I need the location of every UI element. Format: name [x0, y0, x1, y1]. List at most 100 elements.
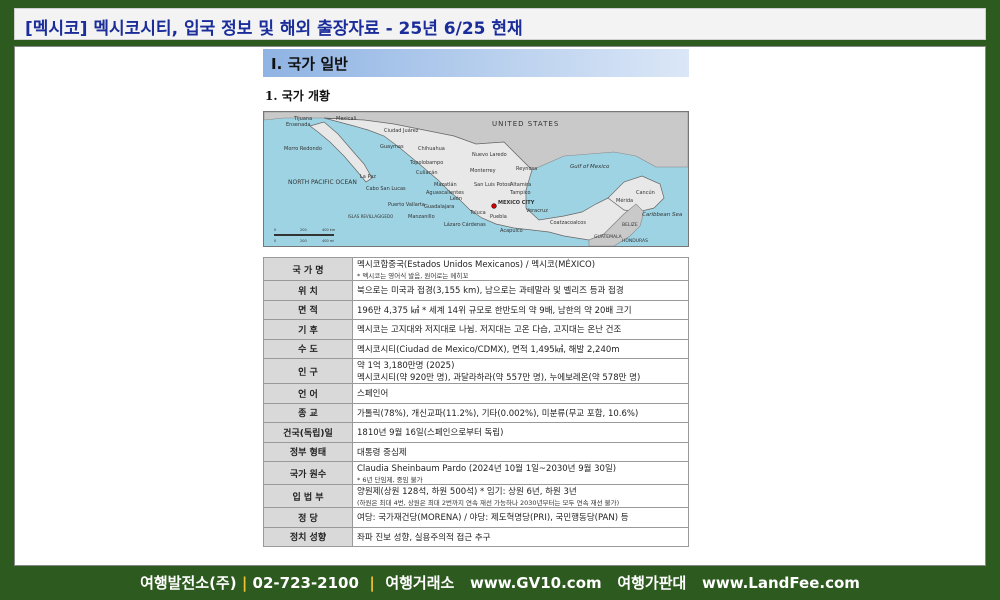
table-row: 언 어 스페인어 — [263, 383, 689, 404]
row-key: 언 어 — [263, 383, 353, 404]
map-label-puerto-vallarta: Puerto Vallarta — [388, 202, 425, 208]
map-label-culiacan: Culiacán — [416, 169, 437, 176]
map-label-manzanillo: Manzanillo — [408, 214, 435, 220]
value-note: * 6년 단임제, 중임 불가 — [357, 476, 423, 484]
table-row: 건국(독립)일 1810년 9월 16일(스페인으로부터 독립) — [263, 422, 689, 443]
row-value: 멕시코합중국(Estados Unidos Mexicanos) / 멕시코(M… — [352, 257, 689, 281]
map-label-veracruz: Veracruz — [526, 208, 548, 214]
scale-label: 400 km — [322, 228, 336, 232]
section-heading: I. 국가 일반 — [271, 55, 348, 73]
map-label-la-paz: La Paz — [360, 174, 376, 180]
country-info-table: 국 가 명 멕시코합중국(Estados Unidos Mexicanos) /… — [263, 257, 689, 547]
footer-separator: | — [369, 574, 375, 592]
footer-site-landfee-link[interactable]: www.LandFee.com — [702, 574, 860, 592]
footer-site-gv10-link[interactable]: www.GV10.com — [470, 574, 602, 592]
map-label-mazatlan: Mazatlán — [434, 181, 457, 188]
value-text: 멕시코합중국(Estados Unidos Mexicanos) / 멕시코(M… — [357, 260, 596, 270]
value-note: (하원은 최대 4번, 상원은 최대 2번까지 연속 재선 가능하나 2030년… — [357, 499, 620, 507]
scale-label: 0 — [274, 228, 276, 232]
row-value: 여당: 국가재건당(MORENA) / 야당: 제도혁명당(PRI), 국민행동… — [352, 507, 689, 528]
map-label-mexicali: Mexicali — [336, 116, 356, 122]
map-label-mexico-city: MEXICO CITY — [498, 200, 535, 206]
map-label-north-pacific-ocean: NORTH PACIFIC OCEAN — [288, 179, 357, 186]
table-row: 정치 성향 좌파 진보 성향, 실용주의적 접근 추구 — [263, 526, 689, 547]
table-row: 정 당 여당: 국가재건당(MORENA) / 야당: 제도혁명당(PRI), … — [263, 507, 689, 528]
map-label-caribbean-sea: Caribbean Sea — [642, 212, 683, 218]
footer-price: 여행가판대 — [617, 574, 687, 592]
section-heading-bar: I. 국가 일반 — [263, 49, 689, 77]
map-label-coatzacoalcos: Coatzacoalcos — [550, 220, 586, 226]
scale-label: 0 — [274, 239, 276, 243]
map-label-guatemala: GUATEMALA — [594, 234, 623, 240]
row-key: 위 치 — [263, 280, 353, 301]
row-key: 면 적 — [263, 299, 353, 320]
footer-company: 여행발전소(주) — [140, 574, 237, 592]
scale-label: 200 — [300, 239, 307, 243]
row-value: 1810년 9월 16일(스페인으로부터 독립) — [352, 422, 689, 443]
row-value: 스페인어 — [352, 383, 689, 404]
map-label-altamira: Altamira — [510, 182, 531, 188]
table-row: 인 구 약 1억 3,180만명 (2025) 멕시코시티(약 920만 명), … — [263, 358, 689, 384]
table-row: 위 치 북으로는 미국과 접경(3,155 km), 남으로는 과테말라 및 벨… — [263, 280, 689, 301]
map-graphic: Tijuana Mexicali Ensenada UNITED STATES … — [264, 112, 688, 246]
map-label-nuevo-laredo: Nuevo Laredo — [472, 152, 507, 158]
map-label-morro-redondo: Morro Redondo — [284, 146, 322, 152]
map-label-monterrey: Monterrey — [470, 168, 496, 174]
footer-agency: 여행거래소 — [385, 574, 455, 592]
value-text: 약 1억 3,180만명 (2025) — [357, 361, 455, 371]
row-key: 건국(독립)일 — [263, 422, 353, 443]
map-label-san-luis-potosi: San Luis Potosí — [474, 181, 512, 188]
table-row: 면 적 196만 4,375 ㎢ * 세계 14위 규모로 한반도의 약 9배,… — [263, 299, 689, 320]
row-key: 정 당 — [263, 507, 353, 528]
map-label-honduras: HONDURAS — [622, 238, 648, 244]
title-bar: [멕시코] 멕시코시티, 입국 정보 및 해외 출장자료 - 25년 6/25 … — [14, 8, 986, 40]
document-page: I. 국가 일반 1. 국가 개황 Tijuana Mexicali Ensen… — [263, 47, 703, 565]
map-label-guaymas: Guaymas — [380, 144, 404, 150]
row-key: 정치 성향 — [263, 526, 353, 547]
footer-separator: | — [241, 574, 248, 592]
page-title: [멕시코] 멕시코시티, 입국 정보 및 해외 출장자료 - 25년 6/25 … — [25, 19, 523, 39]
value-text: Claudia Sheinbaum Pardo (2024년 10월 1일~20… — [357, 464, 617, 474]
map-label-united-states: UNITED STATES — [492, 120, 559, 128]
map-label-belize: BELIZE — [622, 222, 638, 228]
map-label-chihuahua: Chihuahua — [418, 146, 445, 152]
row-value: 가톨릭(78%), 개신교파(11.2%), 기타(0.002%), 미분류(무… — [352, 402, 689, 423]
table-row: 수 도 멕시코시티(Ciudad de Mexico/CDMX), 면적 1,4… — [263, 338, 689, 359]
scale-label: 400 mi — [322, 239, 334, 243]
map-label-reynosa: Reynosa — [516, 166, 537, 172]
row-key: 국 가 명 — [263, 257, 353, 281]
map-label-ensenada: Ensenada — [286, 122, 310, 128]
row-value: 북으로는 미국과 접경(3,155 km), 남으로는 과테말라 및 벨리즈 등… — [352, 280, 689, 301]
scale-label: 200 — [300, 228, 307, 232]
map-label-lazaro-cardenas: Lázaro Cárdenas — [444, 221, 486, 228]
map-label-tampico: Tampico — [509, 190, 531, 196]
map-label-ciudad-juarez: Ciudad Juárez — [384, 127, 419, 134]
row-value: 대통령 중심제 — [352, 441, 689, 462]
table-row: 국 가 명 멕시코합중국(Estados Unidos Mexicanos) /… — [263, 257, 689, 281]
map-label-acapulco: Acapulco — [500, 228, 523, 234]
footer-phone[interactable]: 02-723-2100 — [253, 574, 359, 592]
row-key: 기 후 — [263, 319, 353, 340]
subsection-heading: 1. 국가 개황 — [265, 89, 331, 103]
row-key: 인 구 — [263, 358, 353, 384]
table-row: 종 교 가톨릭(78%), 개신교파(11.2%), 기타(0.002%), 미… — [263, 402, 689, 423]
row-key: 정부 형태 — [263, 441, 353, 462]
row-value: 좌파 진보 성향, 실용주의적 접근 추구 — [352, 526, 689, 547]
row-value: 약 1억 3,180만명 (2025) 멕시코시티(약 920만 명), 과달라하… — [352, 358, 689, 384]
value-text-2: 멕시코시티(약 920만 명), 과달라하라(약 557만 명), 누에보레온(… — [357, 373, 641, 383]
map-label-topolobampo: Topolobampo — [409, 160, 443, 166]
map-label-guadalajara: Guadalajara — [424, 204, 454, 210]
map-label-toluca: Toluca — [469, 210, 486, 216]
row-key: 종 교 — [263, 402, 353, 423]
value-text: 양원제(상원 128석, 하원 500석) * 임기: 상원 6년, 하원 3년 — [357, 487, 577, 497]
map-label-gulf-of-mexico: Gulf of Mexico — [570, 164, 610, 170]
footer-bar: 여행발전소(주) | 02-723-2100 | 여행거래소 www.GV10.… — [0, 568, 1000, 598]
mexico-city-marker — [491, 203, 497, 209]
row-value: 196만 4,375 ㎢ * 세계 14위 규모로 한반도의 약 9배, 남한의… — [352, 299, 689, 320]
map-label-leon: León — [450, 195, 462, 202]
footer-text: 여행발전소(주) | 02-723-2100 | 여행거래소 www.GV10.… — [0, 568, 1000, 593]
value-note: * 멕시코는 영어식 발음, 원어로는 메히꼬 — [357, 272, 469, 280]
row-value: 멕시코는 고지대와 저지대로 나뉨. 저지대는 고온 다습, 고지대는 온난 건… — [352, 319, 689, 340]
table-row: 기 후 멕시코는 고지대와 저지대로 나뉨. 저지대는 고온 다습, 고지대는 … — [263, 319, 689, 340]
table-row: 입 법 부 양원제(상원 128석, 하원 500석) * 임기: 상원 6년,… — [263, 484, 689, 508]
